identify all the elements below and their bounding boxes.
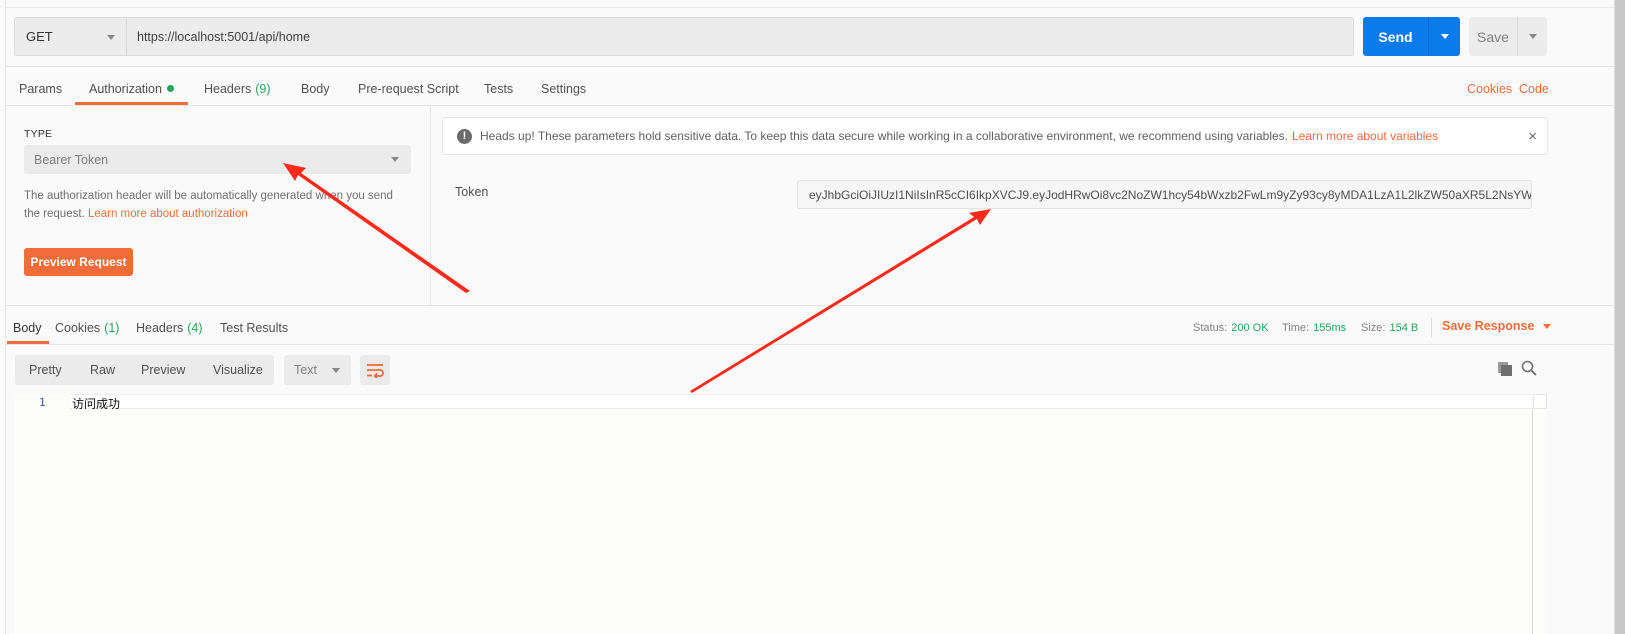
cookies-link[interactable]: Cookies — [1467, 72, 1512, 105]
size-value: 154 B — [1389, 321, 1419, 334]
response-tab-headers[interactable]: Headers (4) — [136, 312, 203, 343]
method-select[interactable]: GET — [15, 18, 127, 55]
token-value: eyJhbGciOiJIUzI1NiIsInR5cCI6IkpXVCJ9.eyJ… — [809, 187, 1532, 202]
tab-body[interactable]: Body — [301, 72, 330, 105]
preview-request-button[interactable]: Preview Request — [24, 248, 133, 276]
send-button-group: Send — [1363, 17, 1460, 56]
save-button-group: Save — [1469, 17, 1547, 56]
tab-label: Cookies — [55, 320, 101, 335]
response-tabs: Body Cookies (1) Headers (4) Test Result… — [6, 312, 1556, 344]
send-button[interactable]: Send — [1363, 17, 1429, 56]
tab-headers[interactable]: Headers (9) — [204, 72, 271, 105]
request-tabs: Params Authorization Headers (9) Body Pr… — [6, 72, 1556, 105]
response-body-editor[interactable]: 1 访问成功 — [15, 393, 1547, 634]
tab-authorization[interactable]: Authorization — [75, 72, 188, 105]
send-options-button[interactable] — [1429, 17, 1460, 56]
time-value: 155ms — [1313, 321, 1347, 334]
top-strip — [6, 0, 1614, 8]
active-line-highlight — [70, 394, 1546, 409]
response-size: Size: 154 B — [1361, 312, 1418, 343]
token-input[interactable]: eyJhbGciOiJIUzI1NiIsInR5cCI6IkpXVCJ9.eyJ… — [797, 180, 1532, 209]
save-response-button[interactable]: Save Response — [1442, 312, 1552, 340]
wrap-lines-button[interactable] — [360, 355, 390, 385]
chevron-down-icon — [332, 368, 340, 373]
token-label: Token — [455, 185, 489, 199]
divider — [6, 305, 1614, 306]
response-tab-cookies[interactable]: Cookies (1) — [55, 312, 119, 343]
status-label: Status: — [1193, 321, 1228, 334]
response-view-modes: Pretty Raw Preview Visualize — [15, 355, 274, 385]
request-url-bar: GET https://localhost:5001/api/home — [14, 17, 1354, 56]
chevron-down-icon — [107, 35, 115, 40]
auth-type-label: TYPE — [24, 128, 53, 140]
auth-type-value: Bearer Token — [34, 152, 109, 167]
time-label: Time: — [1282, 321, 1310, 334]
learn-more-authorization-link[interactable]: Learn more about authorization — [88, 208, 248, 220]
editor-corner — [1533, 394, 1547, 409]
tab-count: (4) — [187, 320, 203, 335]
url-value: https://localhost:5001/api/home — [137, 29, 311, 44]
tab-count: (9) — [255, 81, 271, 96]
search-icon[interactable] — [1521, 360, 1537, 376]
auth-type-select[interactable]: Bearer Token — [24, 145, 411, 174]
close-icon[interactable]: × — [1528, 128, 1537, 145]
divider — [1431, 317, 1432, 337]
status-value: 200 OK — [1231, 321, 1269, 334]
response-tab-test-results[interactable]: Test Results — [220, 312, 288, 343]
view-mode-pretty[interactable]: Pretty — [29, 355, 62, 385]
size-label: Size: — [1361, 321, 1386, 334]
format-value: Text — [294, 363, 317, 377]
active-indicator-dot — [166, 85, 174, 92]
code-link[interactable]: Code — [1519, 72, 1549, 105]
save-response-label: Save Response — [1442, 319, 1535, 333]
learn-more-variables-link[interactable]: Learn more about variables — [1292, 129, 1438, 143]
tab-label: Headers — [204, 81, 252, 96]
tab-label: Authorization — [89, 81, 162, 96]
tab-label: Settings — [541, 81, 587, 96]
tab-label: Body — [13, 320, 42, 335]
response-time: Time: 155ms — [1282, 312, 1346, 343]
info-icon: ! — [457, 128, 472, 144]
view-mode-preview[interactable]: Preview — [141, 355, 185, 385]
tab-label: Params — [19, 81, 63, 96]
save-button[interactable]: Save — [1469, 17, 1518, 56]
chevron-down-icon — [1543, 323, 1552, 329]
chevron-down-icon — [1528, 34, 1537, 39]
divider — [6, 344, 1614, 345]
copy-icon[interactable] — [1497, 361, 1513, 377]
response-line-text: 访问成功 — [72, 397, 121, 411]
url-input[interactable]: https://localhost:5001/api/home — [127, 18, 1353, 55]
line-number: 1 — [39, 396, 46, 409]
wrap-icon — [367, 364, 384, 378]
alert-text: Heads up! These parameters hold sensitiv… — [480, 129, 1288, 143]
chevron-down-icon — [391, 157, 399, 162]
method-value: GET — [26, 29, 53, 44]
tab-tests[interactable]: Tests — [484, 72, 513, 105]
tab-settings[interactable]: Settings — [541, 72, 586, 105]
divider — [6, 66, 1614, 67]
tab-label: Pre-request Script — [358, 81, 459, 96]
tab-label: Headers — [136, 320, 184, 335]
tab-label: Tests — [484, 81, 514, 96]
tab-params[interactable]: Params — [19, 72, 62, 105]
view-mode-raw[interactable]: Raw — [90, 355, 115, 385]
response-status: Status: 200 OK — [1193, 312, 1269, 343]
response-format-select[interactable]: Text — [284, 355, 351, 385]
editor-scrollbar-track — [1532, 409, 1533, 634]
view-mode-visualize[interactable]: Visualize — [213, 355, 263, 385]
sensitive-data-alert: ! Heads up! These parameters hold sensit… — [442, 117, 1548, 155]
chevron-down-icon — [1440, 34, 1449, 39]
response-tab-body[interactable]: Body — [7, 312, 48, 344]
auth-description: The authorization header will be automat… — [24, 188, 404, 223]
tab-label: Test Results — [220, 320, 289, 335]
tab-pre-request-script[interactable]: Pre-request Script — [358, 72, 459, 105]
auth-params-panel: ! Heads up! These parameters hold sensit… — [432, 106, 1614, 305]
save-options-button[interactable] — [1518, 17, 1547, 56]
tab-label: Body — [301, 81, 330, 96]
window-scrollbar[interactable] — [1614, 0, 1625, 634]
tab-count: (1) — [104, 320, 120, 335]
auth-type-panel: TYPE Bearer Token The authorization head… — [6, 106, 431, 305]
